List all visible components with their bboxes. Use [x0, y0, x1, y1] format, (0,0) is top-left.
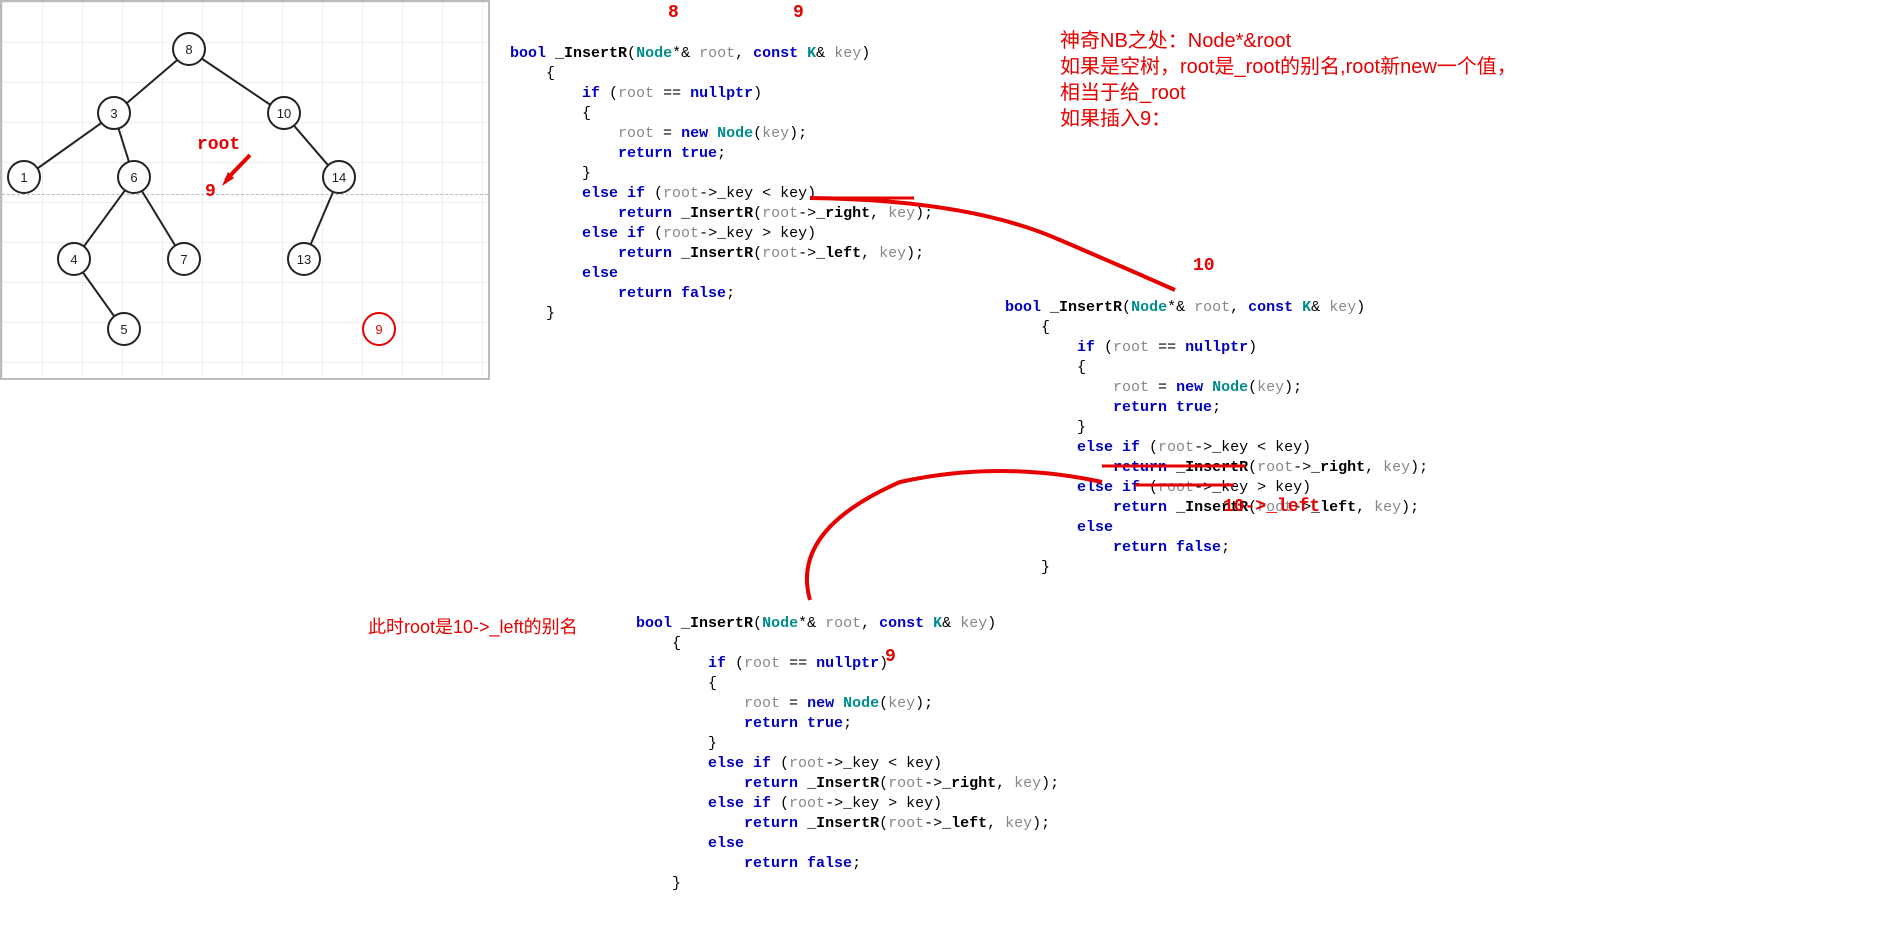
tree-node-8: 8	[172, 32, 206, 66]
tree-node-6: 6	[117, 160, 151, 194]
code-block-1: bool _InsertR(Node*& root, const K& key)…	[510, 24, 933, 324]
left-note: 此时root是10->_left的别名	[368, 614, 578, 640]
right-note-l2: 如果是空树，root是_root的别名,root新new一个值，	[1060, 54, 1517, 80]
right-note-l4: 如果插入9：	[1060, 106, 1517, 132]
tree-grid: root 9 83101614471359	[0, 0, 490, 380]
tree-node-5: 5	[107, 312, 141, 346]
tree-node-7: 7	[167, 242, 201, 276]
right-note: 神奇NB之处：Node*&root 如果是空树，root是_root的别名,ro…	[1060, 28, 1517, 132]
right-note-l3: 相当于给_root	[1060, 80, 1517, 106]
tree-node-3: 3	[97, 96, 131, 130]
annot-10-left: 10->_left	[1223, 497, 1320, 517]
root-num-label: 9	[205, 182, 216, 202]
code-block-2: bool _InsertR(Node*& root, const K& key)…	[1005, 278, 1428, 578]
annot-9: 9	[885, 647, 896, 667]
tree-node-10: 10	[267, 96, 301, 130]
annot-10: 10	[1193, 256, 1215, 276]
tree-node-13: 13	[287, 242, 321, 276]
tree-node-1: 1	[7, 160, 41, 194]
tree-node-9: 9	[362, 312, 396, 346]
right-note-l1: 神奇NB之处：Node*&root	[1060, 28, 1517, 54]
code-block-3: bool _InsertR(Node*& root, const K& key)…	[636, 594, 1059, 894]
tree-node-14: 14	[322, 160, 356, 194]
tree-node-4: 4	[57, 242, 91, 276]
top-annot-8: 8	[668, 3, 679, 23]
top-annot-9: 9	[793, 3, 804, 23]
root-arrow	[220, 152, 260, 192]
